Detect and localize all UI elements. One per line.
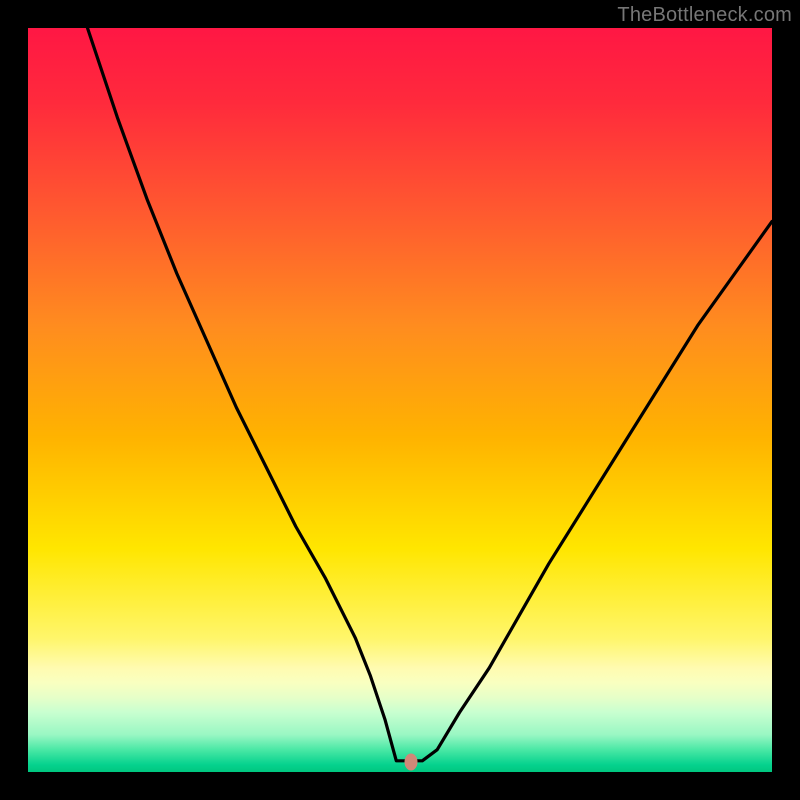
chart-frame: TheBottleneck.com bbox=[0, 0, 800, 800]
optimum-marker bbox=[405, 753, 418, 770]
watermark-text: TheBottleneck.com bbox=[617, 4, 792, 27]
bottleneck-curve bbox=[28, 28, 772, 772]
